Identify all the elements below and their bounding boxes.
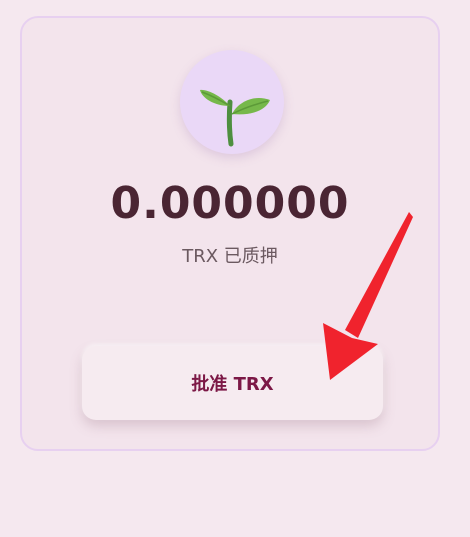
approve-trx-button[interactable]: 批准 TRX bbox=[82, 346, 383, 420]
staked-amount: 0.000000 bbox=[110, 178, 350, 229]
sprout-icon-badge bbox=[180, 50, 284, 154]
staked-label: TRX 已质押 bbox=[182, 246, 278, 267]
stake-card: 0.000000 TRX 已质押 批准 TRX bbox=[20, 16, 440, 451]
sprout-icon bbox=[200, 89, 270, 147]
